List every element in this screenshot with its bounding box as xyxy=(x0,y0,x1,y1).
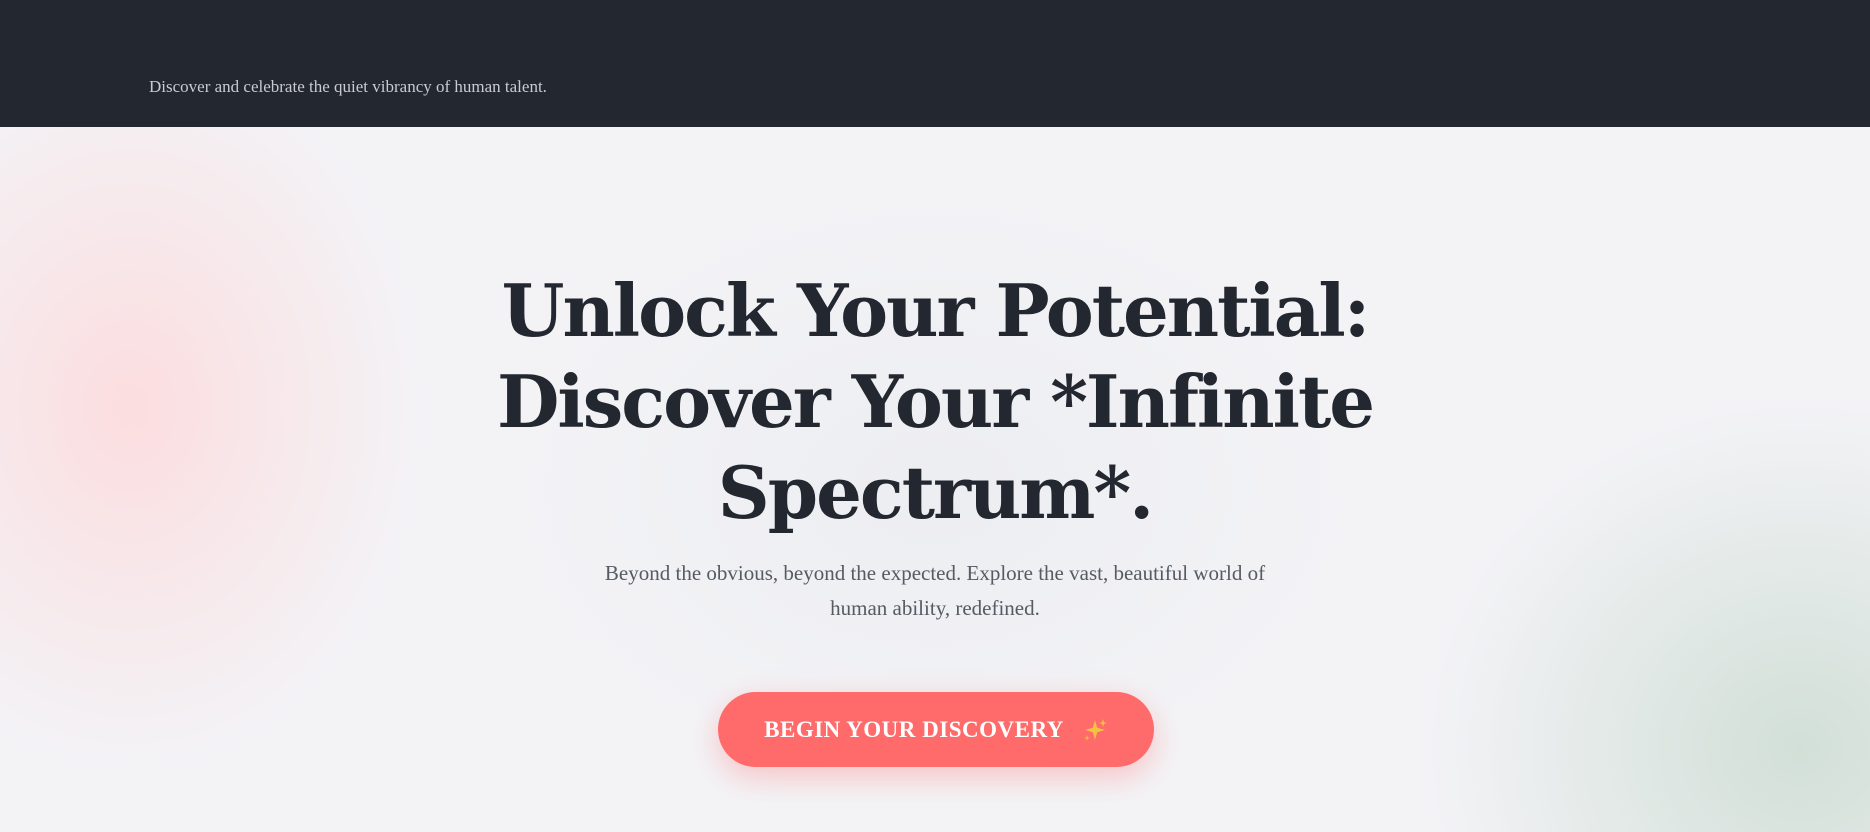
begin-discovery-button[interactable]: BEGIN YOUR DISCOVERY xyxy=(718,692,1154,767)
hero-headline: Unlock Your Potential: Discover Your *In… xyxy=(435,265,1435,538)
headline-line-3: Spectrum*. xyxy=(717,450,1154,535)
top-header: Discover and celebrate the quiet vibranc… xyxy=(0,0,1870,127)
hero-section: Unlock Your Potential: Discover Your *In… xyxy=(0,127,1870,832)
headline-line-1: Unlock Your Potential: xyxy=(501,268,1371,353)
subtext-line-1: Beyond the obvious, beyond the expected.… xyxy=(604,561,1266,585)
headline-line-2: Discover Your *Infinite xyxy=(496,359,1375,444)
subtext-line-2: human ability, redefined. xyxy=(830,596,1040,620)
cta-label: BEGIN YOUR DISCOVERY xyxy=(764,716,1064,742)
hero-subtext: Beyond the obvious, beyond the expected.… xyxy=(555,556,1315,626)
site-tagline: Discover and celebrate the quiet vibranc… xyxy=(149,77,547,96)
sparkles-icon xyxy=(1082,717,1108,743)
